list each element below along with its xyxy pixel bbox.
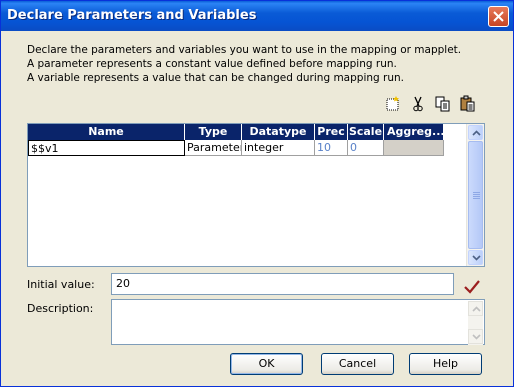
column-header-prec[interactable]: Prec: [315, 124, 348, 140]
help-button[interactable]: Help: [409, 353, 482, 375]
grid-header: Name Type Datatype Prec Scale Aggreg...: [28, 124, 468, 140]
description-line: Declare the parameters and variables you…: [27, 44, 462, 56]
parameters-grid[interactable]: Name Type Datatype Prec Scale Aggreg... …: [27, 123, 485, 267]
cancel-button[interactable]: Cancel: [321, 353, 394, 375]
description-scroll-down[interactable]: [468, 329, 483, 344]
dialog-window: Declare Parameters and Variables Declare…: [0, 0, 514, 387]
initial-value-field[interactable]: 20: [111, 273, 454, 295]
column-header-scale[interactable]: Scale: [348, 124, 384, 140]
description-line: A variable represents a value that can b…: [27, 72, 404, 84]
title-bar[interactable]: Declare Parameters and Variables: [1, 1, 513, 31]
window-title: Declare Parameters and Variables: [7, 8, 257, 23]
description-scrollbar[interactable]: [468, 301, 483, 345]
scroll-down-button[interactable]: [468, 250, 483, 265]
cell-datatype[interactable]: integer: [242, 140, 315, 156]
new-icon[interactable]: [384, 95, 402, 113]
cell-prec[interactable]: 10: [315, 140, 348, 156]
description-scroll-up[interactable]: [468, 301, 483, 316]
scroll-up-button[interactable]: [468, 125, 483, 140]
chevron-up-icon: [472, 306, 481, 312]
grid-scrollbar[interactable]: [466, 124, 484, 266]
validate-button[interactable]: [463, 279, 481, 299]
ok-button[interactable]: OK: [230, 353, 303, 375]
description-field[interactable]: [111, 299, 485, 345]
close-button[interactable]: [488, 6, 509, 27]
column-header-aggregation[interactable]: Aggreg...: [384, 124, 444, 140]
copy-icon[interactable]: [434, 95, 452, 113]
description-line: A parameter represents a constant value …: [27, 58, 397, 70]
cell-scale[interactable]: 0: [348, 140, 384, 156]
column-header-datatype[interactable]: Datatype: [242, 124, 315, 140]
chevron-down-icon: [472, 334, 481, 340]
close-icon: [493, 11, 504, 22]
dialog-body: Declare the parameters and variables you…: [4, 31, 510, 384]
column-header-type[interactable]: Type: [185, 124, 242, 140]
cell-type[interactable]: Parameter: [185, 140, 242, 156]
checkmark-icon: [464, 280, 480, 294]
paste-icon[interactable]: [459, 95, 477, 113]
column-header-name[interactable]: Name: [28, 124, 185, 140]
description-text: Declare the parameters and variables you…: [27, 43, 461, 85]
scroll-thumb[interactable]: [468, 141, 483, 249]
chevron-down-icon: [472, 255, 481, 261]
chevron-up-icon: [472, 130, 481, 136]
cell-name[interactable]: $$v1: [28, 140, 185, 156]
cell-aggregation[interactable]: [384, 140, 444, 156]
cut-icon[interactable]: [409, 95, 427, 113]
table-row[interactable]: $$v1 Parameter integer 10 0: [28, 140, 468, 156]
initial-value-label: Initial value:: [27, 278, 95, 291]
description-label: Description:: [27, 302, 94, 315]
